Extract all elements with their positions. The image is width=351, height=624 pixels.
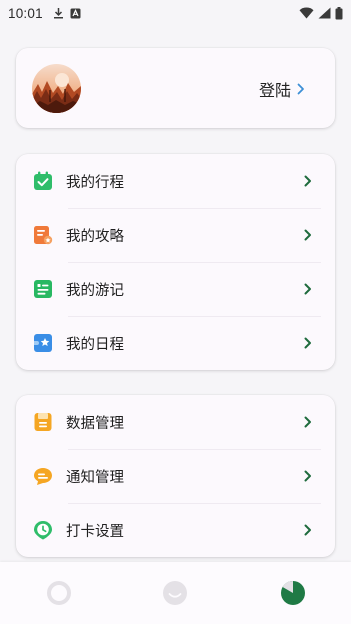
menu-item-my-itinerary[interactable]: 我的行程	[16, 154, 335, 208]
menu-item-data-management[interactable]: 数据管理	[16, 395, 335, 449]
chevron-right-icon	[304, 337, 311, 349]
nav-home-icon[interactable]	[46, 580, 72, 606]
menu-item-label: 我的攻略	[66, 228, 124, 245]
menu-item-my-schedule[interactable]: 我的日程	[16, 316, 335, 370]
menu-item-label: 我的行程	[66, 174, 124, 191]
chevron-right-icon	[304, 470, 311, 482]
menu-item-label: 我的日程	[66, 336, 124, 353]
profile-card[interactable]: 登陆	[16, 48, 335, 128]
avatar-image	[32, 64, 81, 113]
menu-item-label: 数据管理	[66, 415, 124, 432]
clock-pin-icon	[34, 521, 52, 540]
menu-item-checkin-settings[interactable]: 打卡设置	[16, 503, 335, 557]
chevron-right-icon	[297, 83, 304, 95]
bottom-navigation	[0, 562, 351, 624]
travel-notes-icon	[34, 280, 52, 298]
notification-chat-icon	[34, 468, 52, 485]
data-folder-icon	[34, 413, 52, 431]
status-time: 10:01	[8, 5, 43, 21]
nav-profile-icon[interactable]	[280, 580, 306, 606]
status-bar: 10:01	[0, 0, 351, 26]
chevron-right-icon	[304, 524, 311, 536]
login-label: 登陆	[258, 81, 291, 100]
guide-doc-icon	[34, 226, 53, 245]
chevron-right-icon	[304, 416, 311, 428]
menu-item-my-guides[interactable]: 我的攻略	[16, 208, 335, 262]
travel-menu-card: 我的行程 我的攻略 我的游记 我的日程	[16, 154, 335, 370]
calendar-check-icon	[34, 171, 52, 190]
menu-item-notification-management[interactable]: 通知管理	[16, 449, 335, 503]
menu-item-label: 通知管理	[66, 469, 124, 486]
menu-item-label: 打卡设置	[66, 523, 124, 540]
menu-item-label: 我的游记	[66, 282, 124, 299]
schedule-puzzle-icon	[34, 334, 52, 352]
chevron-right-icon	[304, 283, 311, 295]
app-notification-icon	[70, 8, 81, 18]
nav-discover-icon[interactable]	[162, 580, 188, 606]
battery-icon	[335, 6, 343, 19]
settings-menu-card: 数据管理 通知管理 打卡设置	[16, 395, 335, 557]
cellular-signal-icon	[318, 7, 331, 19]
avatar[interactable]	[32, 64, 81, 113]
login-link[interactable]: 登陆	[259, 77, 305, 101]
wifi-icon	[299, 7, 314, 19]
menu-item-my-travel-notes[interactable]: 我的游记	[16, 262, 335, 316]
chevron-right-icon	[304, 229, 311, 241]
chevron-right-icon	[304, 175, 311, 187]
download-icon	[53, 8, 63, 19]
